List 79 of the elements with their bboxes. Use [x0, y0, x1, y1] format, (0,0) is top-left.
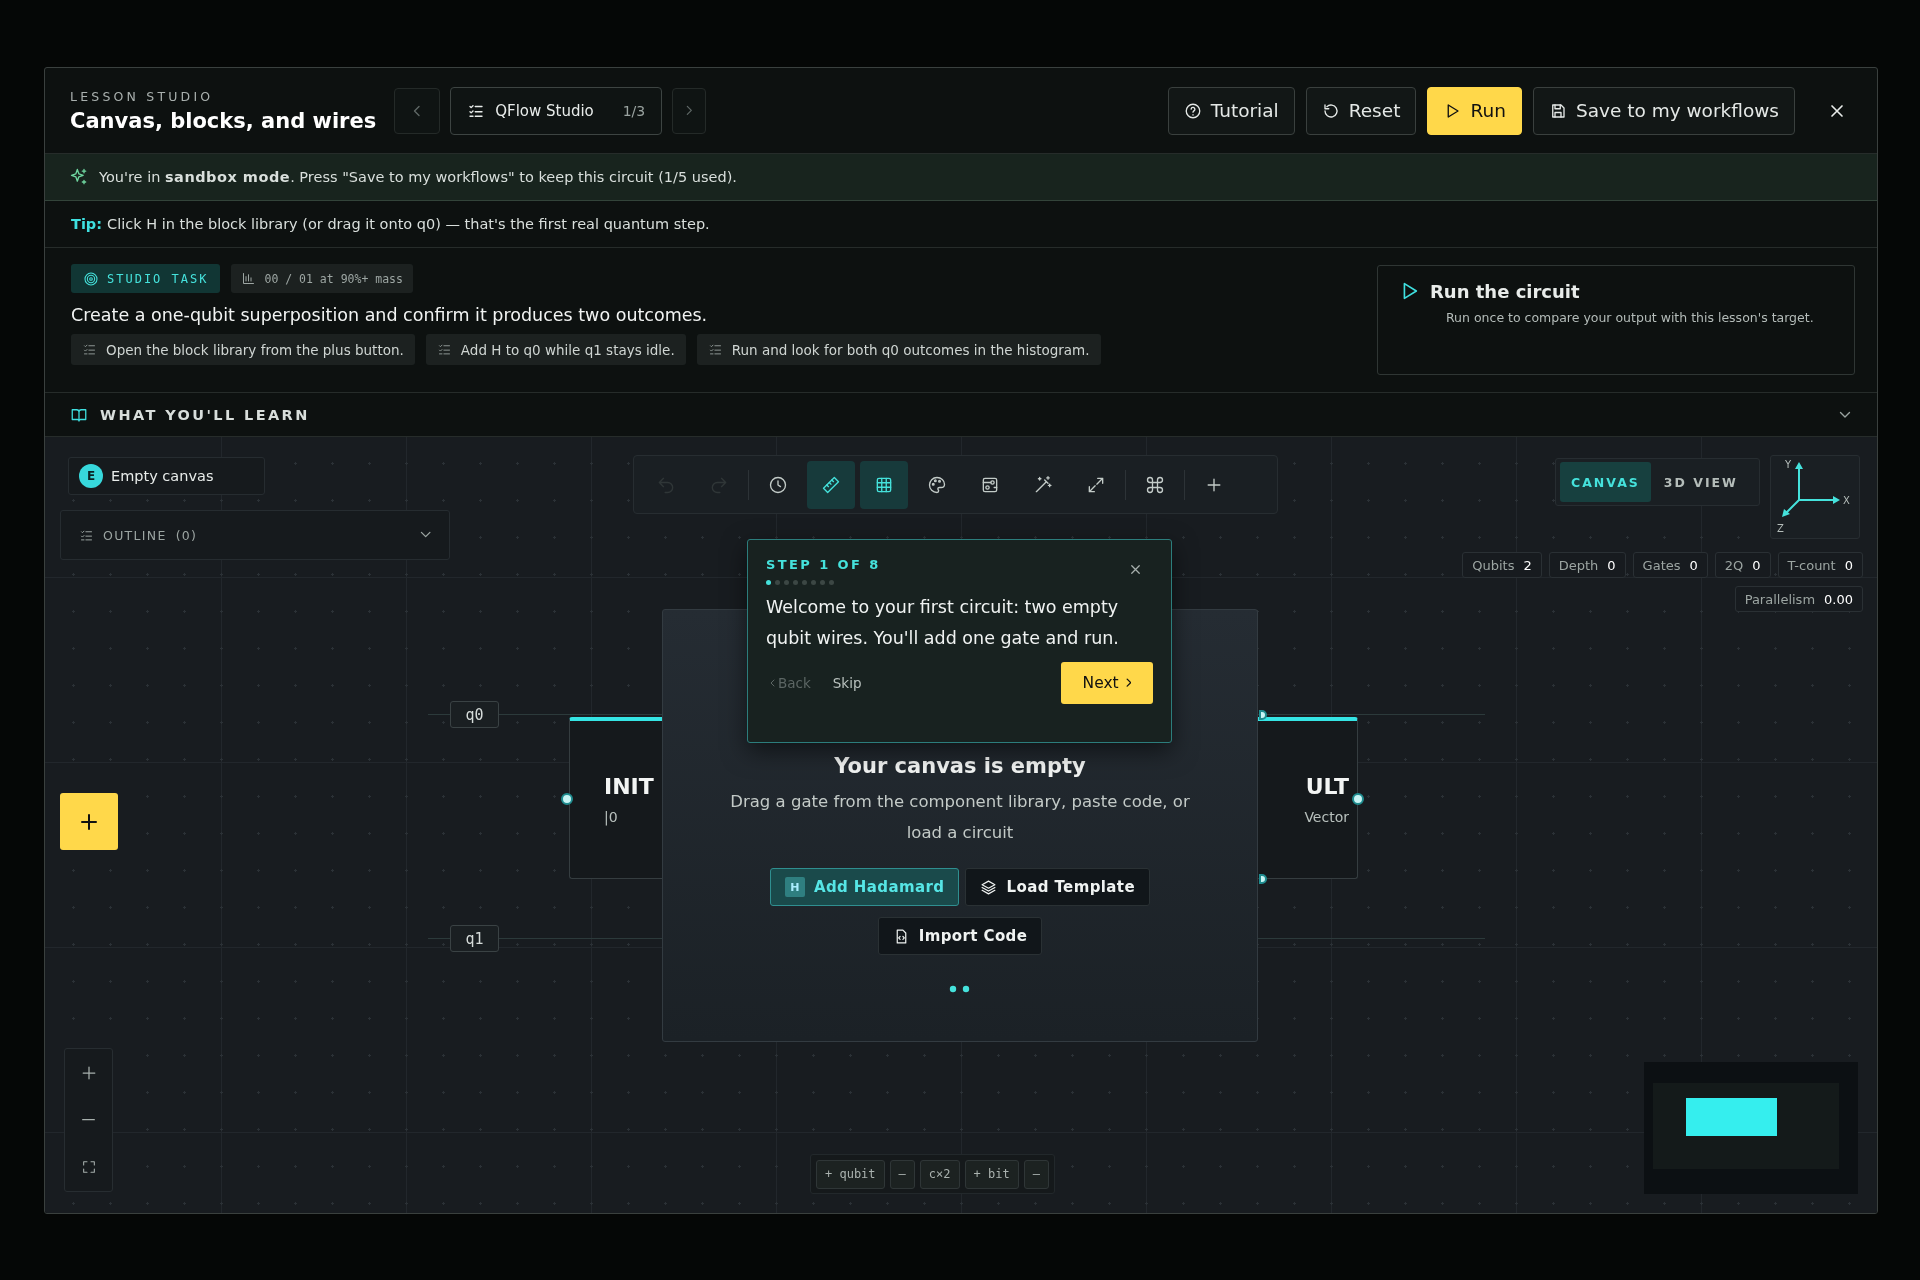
init-block[interactable]: INIT |0	[569, 717, 662, 879]
axis-label: Y	[1785, 459, 1792, 470]
chevron-down-icon	[419, 531, 431, 539]
save-button[interactable]: Save to my workflows	[1532, 86, 1795, 135]
reset-button[interactable]: Reset	[1305, 86, 1417, 135]
lesson-picker[interactable]: QFlow Studio 1/3	[450, 86, 663, 135]
view-tab[interactable]: 3D VIEW	[1652, 462, 1749, 502]
register-button[interactable]: + qubit	[816, 1159, 885, 1189]
loading-dots-icon	[949, 985, 971, 993]
add-hadamard-button[interactable]: H Add Hadamard	[769, 868, 960, 906]
axes-drawing	[1782, 462, 1840, 517]
task-badge: STUDIO TASK	[71, 264, 221, 293]
lesson-title: Canvas, blocks, and wires	[70, 108, 377, 133]
tip-text: Click H in the block library (or drag it onto q0) — that's the first real quantum step.	[107, 216, 710, 232]
block-title: INIT	[604, 774, 655, 799]
tip-label: Tip:	[71, 216, 103, 232]
tour-step-label: STEP 1 OF 8	[766, 557, 881, 572]
run-button[interactable]: Run	[1427, 86, 1522, 135]
register-button[interactable]: —	[1023, 1159, 1049, 1189]
result-block[interactable]: ULT Vector	[1258, 717, 1358, 879]
axis-label: Z	[1777, 523, 1784, 534]
avatar: E	[79, 464, 103, 488]
task-step: Open the block library from the plus button.	[71, 334, 415, 365]
register-button[interactable]: + bit	[964, 1159, 1019, 1189]
chevron-right-icon	[685, 105, 693, 116]
grid-button[interactable]	[860, 460, 908, 509]
reset-icon	[1321, 101, 1340, 120]
sparkle-icon	[69, 167, 89, 187]
block-subtitle: |0	[604, 809, 619, 825]
chevron-down-icon	[1839, 410, 1851, 419]
task-step: Add H to q0 while q1 stays idle.	[425, 334, 686, 365]
stat-chip: Qubits 2	[1462, 552, 1542, 578]
checklist-icon	[436, 342, 452, 357]
section-eyebrow: LESSON STUDIO	[70, 88, 215, 104]
register-button[interactable]: c×2	[919, 1159, 960, 1189]
close-icon	[1128, 562, 1143, 577]
task-step: Run and look for both q0 outcomes in the histogram.	[696, 334, 1101, 365]
stat-chip: T-count 0	[1777, 552, 1863, 578]
chevron-left-icon	[770, 679, 775, 687]
target-icon	[83, 270, 99, 287]
stat-chip: Gates 0	[1632, 552, 1708, 578]
tour-text: Welcome to your first circuit: two empty qubit wires. You'll add one gate and run.	[766, 596, 1120, 650]
fit-view-icon	[80, 1159, 97, 1176]
view-tab[interactable]: CANVAS	[1560, 462, 1651, 502]
run-card-title: Run the circuit	[1430, 280, 1580, 302]
register-button[interactable]: —	[889, 1159, 915, 1189]
canvas-chip[interactable]: E Empty canvas	[68, 457, 265, 495]
empty-title: Your canvas is empty	[834, 754, 1086, 778]
block-title: ULT	[1305, 774, 1349, 799]
minus-icon	[81, 1118, 96, 1122]
port-dot[interactable]	[561, 793, 573, 805]
minimap[interactable]	[1644, 1062, 1858, 1194]
stat-chip: Parallelism 0.00	[1734, 586, 1863, 612]
chevron-right-icon	[1125, 678, 1132, 688]
outline-dropdown[interactable]: OUTLINE (0)	[60, 510, 450, 560]
empty-text: Drag a gate from the component library, paste code, or load a circuit	[729, 791, 1191, 844]
wire-label: q1	[450, 925, 499, 952]
skip-button[interactable]: Skip	[828, 671, 866, 695]
import-code-button[interactable]: Import Code	[877, 917, 1043, 955]
load-template-button[interactable]: Load Template	[965, 868, 1151, 906]
checklist-icon	[707, 342, 723, 357]
checklist-icon	[82, 342, 97, 357]
task-title: Create a one-qubit superposition and confirm it produces two outcomes.	[71, 305, 709, 325]
axis-gizmo[interactable]: Y X Z	[1770, 455, 1860, 539]
block-subtitle: Vector	[1304, 809, 1349, 825]
stat-chip: Depth 0	[1548, 552, 1626, 578]
layers-icon	[980, 878, 998, 896]
ruler-button[interactable]	[807, 460, 855, 509]
run-card-text: Run once to compare your output with this lesson's target.	[1446, 310, 1815, 325]
goal-chip: 00 / 01 at 90%+ mass	[231, 264, 413, 293]
bar-chart-icon	[241, 271, 257, 286]
next-button[interactable]: Next	[1061, 662, 1153, 704]
tutorial-button[interactable]: Tutorial	[1167, 86, 1295, 135]
wire-label: q0	[450, 701, 499, 728]
stat-chip: 2Q 0	[1714, 552, 1771, 578]
sandbox-message: You're in sandbox mode. Press "Save to my workflows" to keep this circuit (1/5 used).	[99, 169, 737, 185]
help-icon	[1183, 101, 1202, 120]
axis-label: X	[1843, 495, 1850, 506]
chevron-left-icon	[413, 104, 421, 117]
